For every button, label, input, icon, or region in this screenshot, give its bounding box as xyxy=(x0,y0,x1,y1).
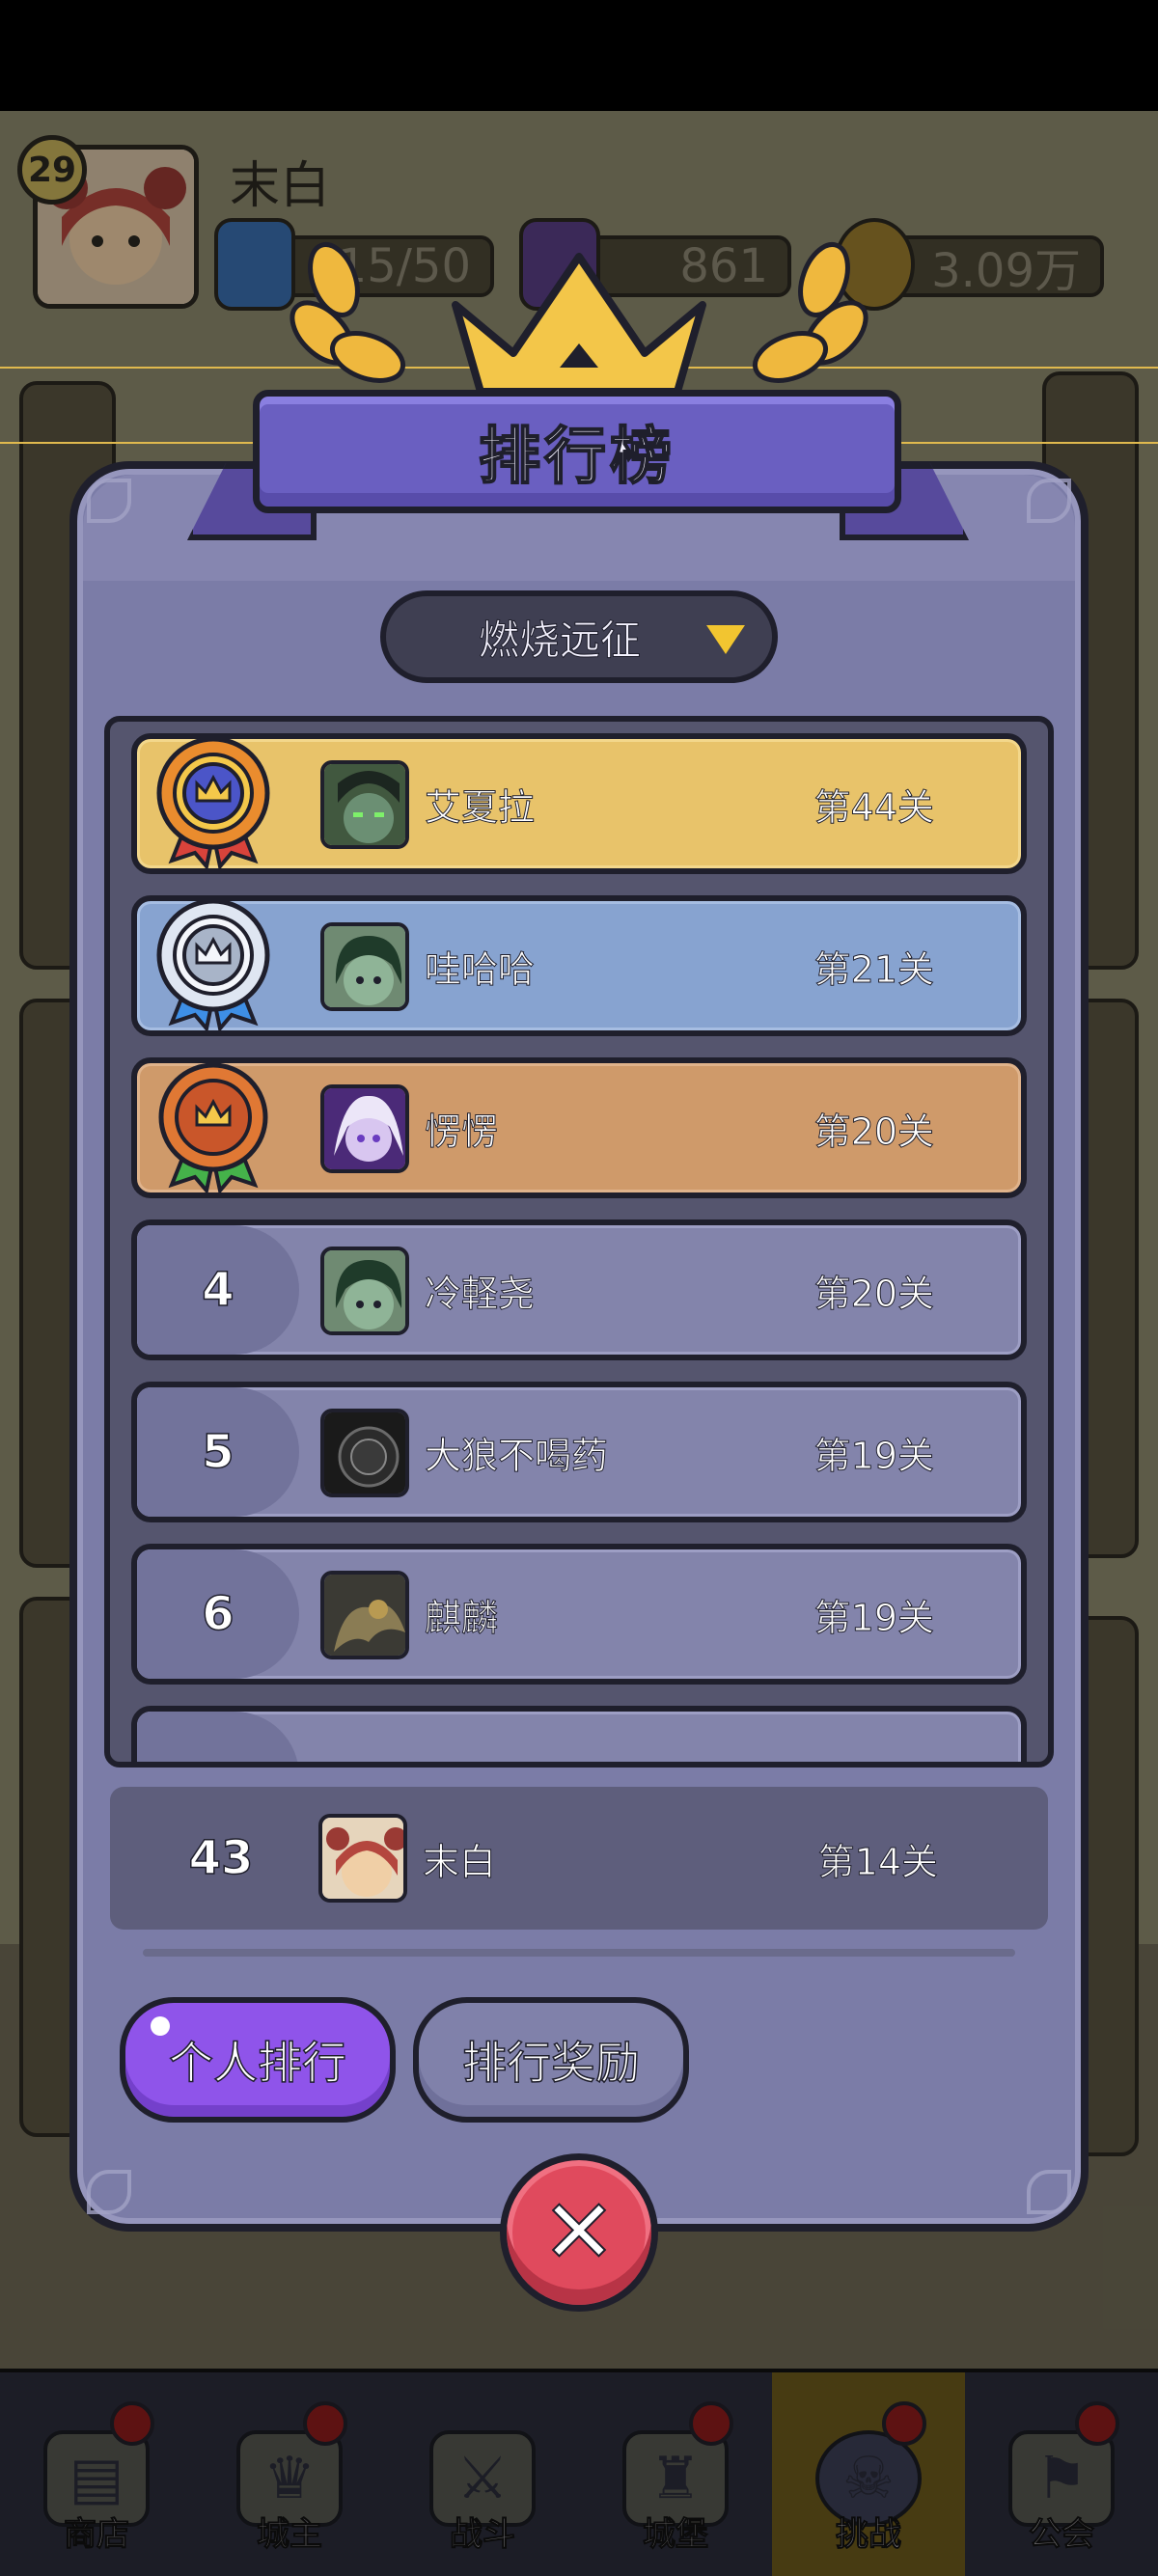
corner-ornament xyxy=(87,479,131,523)
ranking-row-partial[interactable] xyxy=(131,1706,1027,1762)
ranking-player-name: 艾夏拉 xyxy=(424,785,536,829)
dropdown-caret-icon xyxy=(706,625,745,654)
player-avatar-thumb xyxy=(320,922,409,1011)
my-stage: 第14关 xyxy=(817,1840,938,1883)
avatar-portrait-icon xyxy=(324,1250,405,1331)
my-rank-number: 43 xyxy=(188,1830,254,1886)
close-button[interactable]: ✕ xyxy=(500,2153,658,2312)
avatar-portrait-icon xyxy=(324,764,405,845)
ranking-player-name: 哇哈哈 xyxy=(424,947,536,991)
ranking-stage: 第19关 xyxy=(813,1596,934,1639)
avatar-portrait-icon xyxy=(324,926,405,1007)
avatar-portrait-icon xyxy=(324,1575,405,1656)
leaderboard-title-banner: 排行榜 xyxy=(253,390,901,513)
ranking-stage: 第44关 xyxy=(813,785,934,829)
tab-personal-ranking[interactable]: 个人排行 xyxy=(120,1997,396,2123)
rank-number: 4 xyxy=(202,1262,235,1318)
ranking-list[interactable]: 艾夏拉 第44关 哇哈哈 第21关 愣愣 第20关 4 冷軽尧 第20关 5 大… xyxy=(104,716,1054,1768)
ranking-stage: 第21关 xyxy=(813,947,934,991)
ranking-row[interactable]: 6 麒麟 第19关 xyxy=(131,1544,1027,1685)
crown-icon xyxy=(452,253,706,396)
silver-medal-icon xyxy=(156,901,270,1030)
corner-ornament xyxy=(87,2170,131,2214)
player-avatar-thumb xyxy=(320,1247,409,1335)
ranking-player-name: 麒麟 xyxy=(424,1596,499,1639)
ranking-player-name: 冷軽尧 xyxy=(424,1272,536,1315)
modal-title: 排行榜 xyxy=(478,421,676,494)
ranking-row[interactable]: 5 大狼不喝药 第19关 xyxy=(131,1382,1027,1522)
ranking-row[interactable]: 愣愣 第20关 xyxy=(131,1057,1027,1198)
laurel-left-icon xyxy=(290,242,405,383)
my-player-name: 末白 xyxy=(422,1840,497,1883)
ranking-player-name: 大狼不喝药 xyxy=(424,1434,609,1477)
tab-ranking-rewards[interactable]: 排行奖励 xyxy=(413,1997,689,2123)
bronze-medal-icon xyxy=(158,1063,268,1192)
ranking-stage: 第20关 xyxy=(813,1110,934,1153)
avatar-portrait-icon xyxy=(324,1412,405,1494)
player-avatar-thumb xyxy=(320,1409,409,1497)
laurel-right-icon xyxy=(753,242,868,383)
ranking-row[interactable]: 4 冷軽尧 第20关 xyxy=(131,1219,1027,1360)
mode-dropdown-value: 燃烧远征 xyxy=(478,616,641,664)
rank-tab xyxy=(137,1712,299,1762)
tab-label: 个人排行 xyxy=(168,2036,347,2090)
close-icon: ✕ xyxy=(540,2180,617,2284)
divider xyxy=(143,1949,1015,1957)
avatar-portrait-icon xyxy=(322,1818,403,1899)
avatar-portrait-icon xyxy=(324,1088,405,1169)
mode-dropdown[interactable]: 燃烧远征 xyxy=(380,590,778,683)
rank-number: 5 xyxy=(202,1424,235,1480)
my-avatar-thumb xyxy=(318,1814,407,1903)
tab-label: 排行奖励 xyxy=(461,2036,641,2090)
gold-medal-icon xyxy=(156,739,270,868)
player-avatar-thumb xyxy=(320,1571,409,1659)
player-avatar-thumb xyxy=(320,1084,409,1173)
my-rank-row: 43 末白 第14关 xyxy=(110,1787,1048,1930)
ranking-player-name: 愣愣 xyxy=(424,1110,499,1153)
rank-number: 6 xyxy=(202,1586,235,1642)
corner-ornament xyxy=(1027,2170,1071,2214)
player-avatar-thumb xyxy=(320,760,409,849)
corner-ornament xyxy=(1027,479,1071,523)
ranking-stage: 第20关 xyxy=(813,1272,934,1315)
ranking-stage: 第19关 xyxy=(813,1434,934,1477)
ranking-row[interactable]: 艾夏拉 第44关 xyxy=(131,733,1027,874)
ranking-row[interactable]: 哇哈哈 第21关 xyxy=(131,895,1027,1036)
